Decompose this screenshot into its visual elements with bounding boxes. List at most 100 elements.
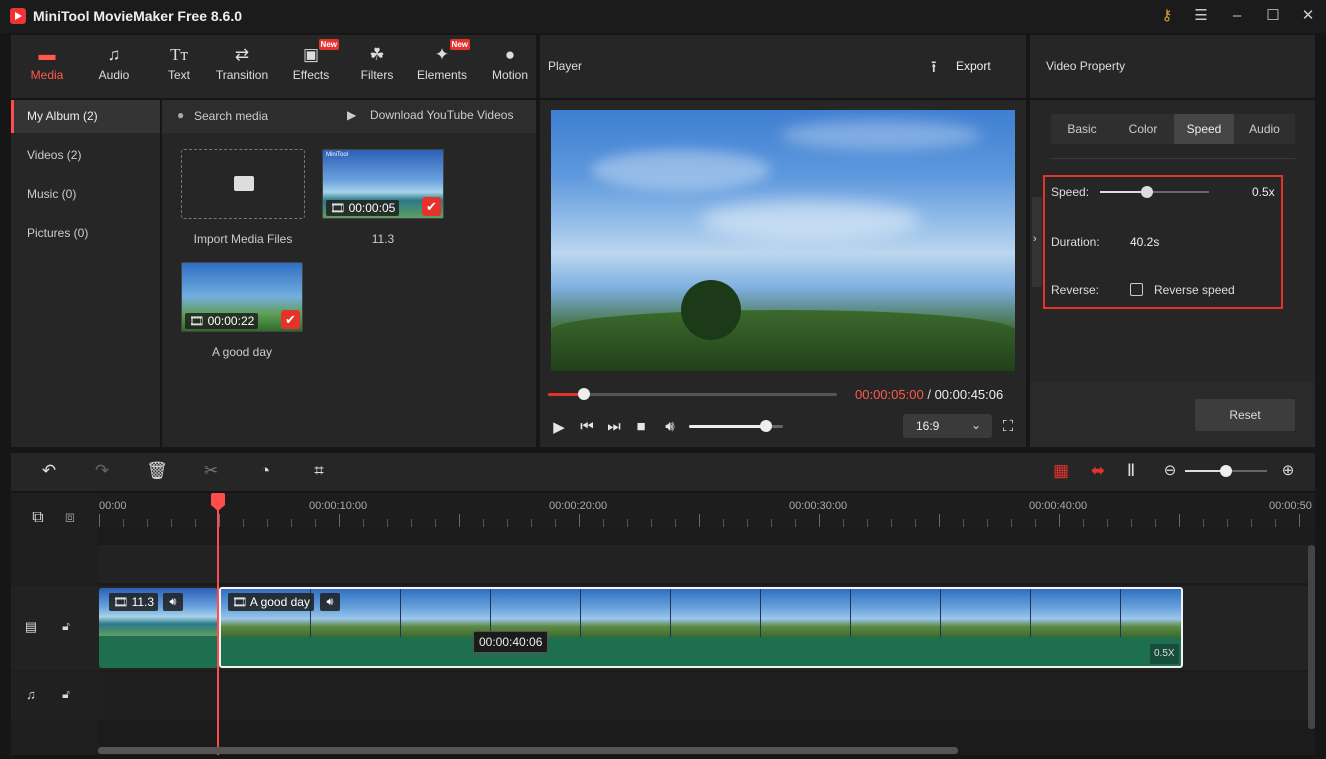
clip-label: 🎞︎ A good day [228, 593, 314, 611]
hill-shape [551, 310, 1015, 371]
cloud-shape [701, 200, 921, 240]
tab-basic[interactable]: Basic [1051, 114, 1113, 144]
app-logo-icon [10, 8, 26, 24]
previous-frame-icon[interactable]: ⏮︎ [578, 418, 596, 435]
add-track-icon[interactable]: ⧉ [26, 509, 50, 527]
ruler-label: 00:00:50 [1269, 500, 1312, 512]
audio-mixer-icon[interactable]: Ⅱ [1119, 461, 1143, 481]
tool-effects[interactable]: ▣ Effects New [279, 39, 343, 90]
play-icon[interactable]: ▶ [551, 418, 567, 436]
panel-collapse-handle[interactable]: › [1032, 197, 1042, 287]
close-icon[interactable]: ✕ [1297, 6, 1319, 26]
ruler-tick [1059, 514, 1060, 527]
ruler-tick [1179, 514, 1180, 527]
ruler-tick [987, 519, 988, 527]
ruler-tick [627, 519, 628, 527]
ruler-tick [555, 519, 556, 527]
tool-elements[interactable]: ✦ Elements New [410, 39, 474, 90]
sidebar-item-my-album[interactable]: My Album (2) [11, 100, 160, 133]
lock-icon[interactable]: 🔓︎ [54, 687, 78, 702]
clip-frame [671, 589, 761, 637]
reset-button[interactable]: Reset [1195, 399, 1295, 431]
key-icon[interactable]: ⚷ [1156, 6, 1178, 26]
current-time: 00:00:05:00 [855, 387, 924, 402]
delete-icon[interactable]: 🗑︎ [145, 461, 169, 481]
maximize-icon[interactable]: ☐ [1262, 6, 1284, 26]
tool-motion[interactable]: ● Motion [478, 44, 542, 90]
media-name-a-good-day: A good day [211, 345, 273, 359]
speed-slider-handle[interactable] [1140, 186, 1153, 198]
ruler-tick [483, 519, 484, 527]
timeline-zoom-slider[interactable] [1185, 465, 1267, 477]
vertical-scrollbar[interactable] [1308, 545, 1315, 729]
volume-icon[interactable]: 🔊︎ [660, 418, 680, 435]
media-name-11-3: 11.3 [371, 232, 395, 246]
aspect-ratio-select[interactable]: 16:9 ⌄ [903, 414, 992, 438]
ruler-tick [891, 519, 892, 527]
tab-color[interactable]: Color [1113, 114, 1173, 144]
tab-audio[interactable]: Audio [1234, 114, 1295, 144]
media-thumbnail-a-good-day[interactable]: 🎞︎ 00:00:22 ✔ [181, 262, 303, 332]
ruler-tick [531, 519, 532, 527]
media-folder-icon: ▬ [38, 45, 56, 64]
clip-volume-icon[interactable]: 🔊︎ [320, 593, 340, 611]
video-track-icon: ▤ [24, 619, 38, 634]
minimize-icon[interactable]: – [1226, 6, 1248, 26]
tool-filters[interactable]: ☘ Filters [345, 44, 409, 90]
stop-icon[interactable]: ■ [633, 418, 649, 435]
remove-track-icon[interactable]: ⧈ [58, 509, 82, 527]
fullscreen-icon[interactable]: ⛶ [999, 418, 1017, 435]
next-frame-icon[interactable]: ⏭︎ [605, 418, 623, 435]
timeline-clip-a-good-day[interactable]: 🎞︎ A good day 🔊︎ 0.5X [219, 587, 1183, 668]
sidebar-item-videos[interactable]: Videos (2) [11, 139, 160, 172]
playhead-line[interactable] [217, 497, 219, 755]
fit-timeline-icon[interactable]: ▦ [1049, 461, 1073, 481]
clip-volume-icon[interactable]: 🔊︎ [163, 593, 183, 611]
zoom-out-icon[interactable]: ⊖ [1158, 461, 1182, 479]
sidebar-item-pictures[interactable]: Pictures (0) [11, 217, 160, 250]
duration-value: 40.2s [1130, 235, 1160, 249]
ruler-label: 00:00:10:00 [309, 500, 368, 512]
volume-slider-handle[interactable] [760, 420, 773, 432]
player-progress-track[interactable] [548, 388, 837, 400]
reverse-speed-checkbox[interactable] [1130, 283, 1143, 296]
ruler-tick [915, 519, 916, 527]
zoom-in-icon[interactable]: ⊕ [1276, 461, 1300, 479]
redo-icon[interactable]: ↷ [90, 461, 114, 481]
timeline-zoom-handle[interactable] [1220, 465, 1232, 477]
ruler-tick [291, 519, 292, 527]
tab-speed[interactable]: Speed [1174, 114, 1234, 144]
sidebar-item-music[interactable]: Music (0) [11, 178, 160, 211]
ruler-tick [99, 514, 100, 527]
thumbnail-watermark: MiniTool [326, 152, 349, 158]
volume-slider-track[interactable] [689, 420, 783, 432]
reverse-speed-label[interactable]: Reverse speed [1154, 283, 1235, 297]
volume-slider-fill [689, 425, 767, 428]
tool-audio[interactable]: ♫ Audio [82, 44, 146, 90]
duration-text: 00:00:05 [348, 201, 396, 215]
export-button[interactable]: Export [956, 59, 991, 73]
split-icon[interactable]: ✂ [199, 461, 223, 481]
media-thumbnail-11-3[interactable]: MiniTool 🎞︎ 00:00:05 ✔ [322, 149, 444, 219]
menu-icon[interactable]: ☰ [1190, 6, 1212, 26]
speed-gauge-icon[interactable]: ◔ [253, 461, 277, 481]
speed-slider-track[interactable] [1100, 186, 1209, 198]
tool-transition[interactable]: ⇄ Transition [210, 44, 274, 90]
tool-text[interactable]: Tᴛ Text [147, 44, 211, 90]
tool-media[interactable]: ▬ Media [15, 44, 79, 90]
download-youtube-button[interactable]: Download YouTube Videos [370, 108, 513, 122]
snap-icon[interactable]: ⬌ [1086, 461, 1110, 481]
ruler-tick [1227, 519, 1228, 527]
timeline-clip-11-3[interactable]: 🎞︎ 11.3 🔊︎ [99, 588, 218, 668]
lock-icon[interactable]: 🔓︎ [54, 619, 78, 634]
playhead-handle[interactable] [211, 493, 225, 505]
timeline-ruler[interactable] [98, 493, 1315, 527]
film-icon: 🎞︎ [330, 201, 346, 215]
video-preview[interactable] [551, 110, 1015, 371]
horizontal-scrollbar[interactable] [98, 747, 958, 754]
import-media-button[interactable] [181, 149, 305, 219]
undo-icon[interactable]: ↶ [37, 461, 61, 481]
crop-icon[interactable]: ⌗ [307, 461, 331, 481]
ruler-tick [867, 519, 868, 527]
search-media-input[interactable]: Search media [194, 109, 268, 123]
